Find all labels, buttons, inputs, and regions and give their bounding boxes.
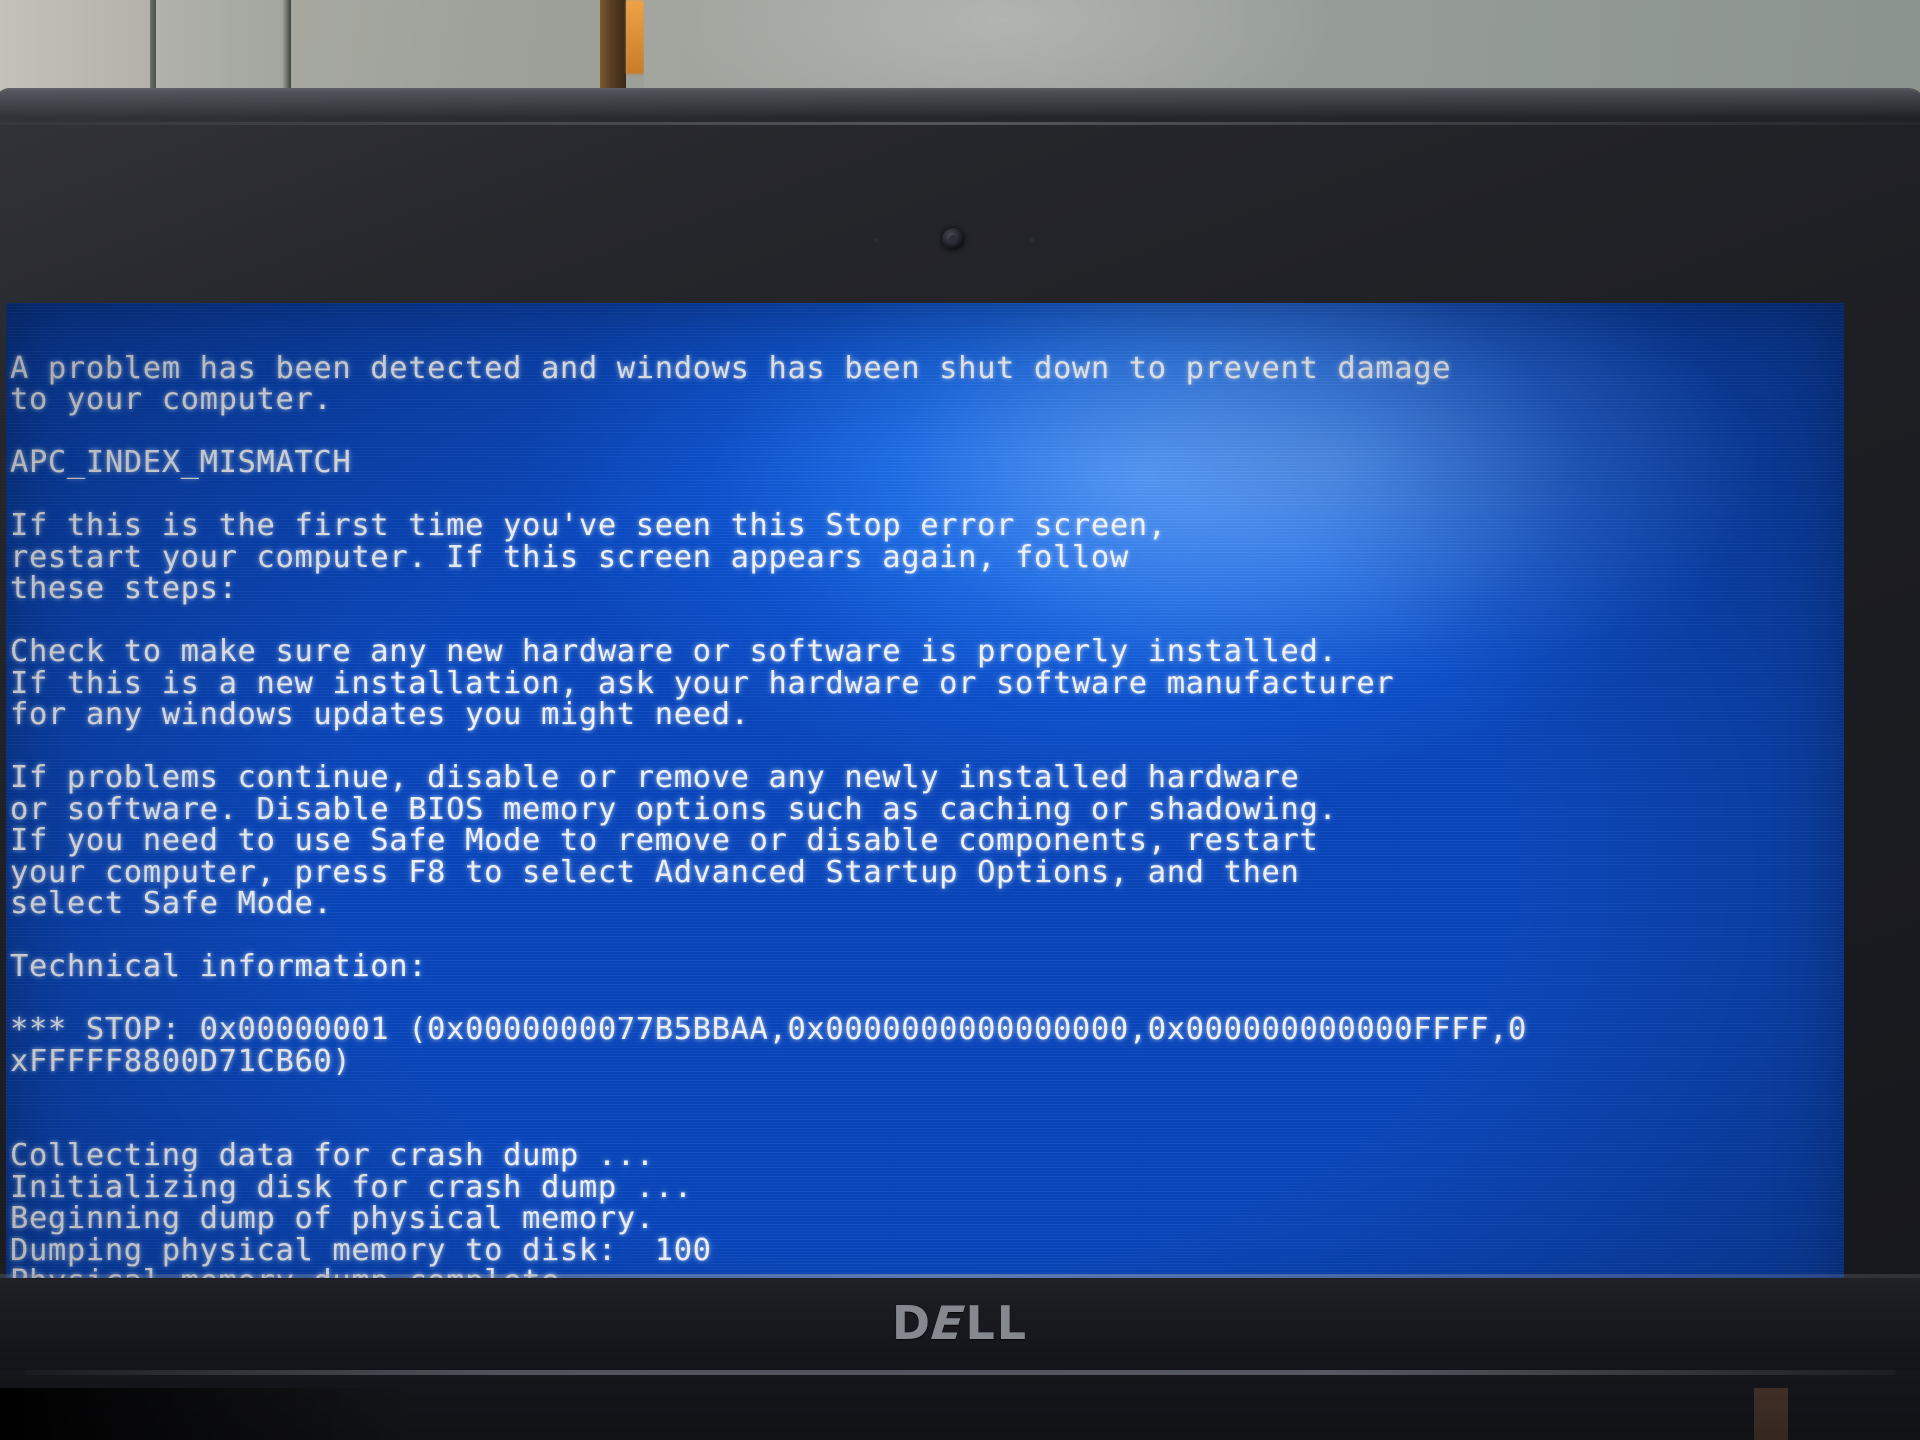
bsod-stop-line: *** STOP: 0x00000001 (0x0000000077B5BBAA…: [10, 1012, 1528, 1047]
bsod-dump-line-2: Initializing disk for crash dump ...: [10, 1169, 693, 1205]
bsod-hardware-line-3: for any windows updates you might need.: [10, 697, 750, 732]
bsod-firsttime-line-2: restart your computer. If this screen ap…: [10, 539, 1129, 575]
bsod-hardware-line-2: If this is a new installation, ask your …: [10, 665, 1395, 701]
bsod-spacer-4: [10, 731, 1844, 763]
base-left-shadow: [0, 1388, 414, 1440]
bsod-spacer-2: [10, 479, 1844, 511]
laptop-base-top-lip: [24, 1370, 1896, 1375]
webcam-lens-dot-icon: [949, 235, 957, 243]
bsod-error-code: APC_INDEX_MISMATCH: [10, 445, 352, 480]
bsod-problems-line-3: If you need to use Safe Mode to remove o…: [10, 823, 1319, 858]
bsod-problems-line-2: or software. Disable BIOS memory options…: [10, 791, 1338, 827]
bezel-top-highlight: [0, 88, 1920, 118]
bsod-problems-line-1: If problems continue, disable or remove …: [10, 760, 1300, 795]
bsod-spacer-5: [10, 920, 1844, 952]
photograph-scene: A problem has been detected and windows …: [0, 0, 1920, 1440]
bsod-firsttime-line-3: these steps:: [10, 571, 238, 606]
warm-light-sliver: [626, 0, 644, 74]
dell-laptop: A problem has been detected and windows …: [0, 88, 1920, 1440]
bsod-hardware-line-1: Check to make sure any new hardware or s…: [10, 634, 1338, 669]
bsod-problems-line-5: select Safe Mode.: [10, 886, 333, 921]
microphone-left-icon: [874, 238, 879, 243]
bsod-intro-line-2: to your computer.: [10, 382, 333, 417]
desk-surface-sliver: [1754, 1388, 1788, 1440]
bezel-inner-edge-line: [0, 122, 1920, 125]
bsod-text-block: A problem has been detected and windows …: [10, 321, 1844, 1323]
bsod-dump-line-4: Dumping physical memory to disk: 100: [10, 1232, 712, 1268]
bsod-spacer-1: [10, 416, 1844, 448]
bsod-dump-line-3: Beginning dump of physical memory.: [10, 1201, 655, 1236]
bsod-spacer-6: [10, 983, 1844, 1015]
dell-brand-logo: D E LL: [0, 1288, 1920, 1358]
dell-logo-letters-ll: LL: [965, 1296, 1029, 1350]
microphone-right-icon: [1029, 238, 1034, 243]
bsod-stop-line-wrap: xFFFFF8800D71CB60): [10, 1043, 352, 1079]
bsod-technical-heading: Technical information:: [10, 949, 428, 984]
bsod-spacer-3: [10, 605, 1844, 637]
bsod-intro-line-1: A problem has been detected and windows …: [10, 350, 1452, 386]
bsod-firsttime-line-1: If this is the first time you've seen th…: [10, 508, 1167, 543]
laptop-screen-bsod: A problem has been detected and windows …: [6, 303, 1844, 1323]
bsod-spacer-7: [10, 1077, 1844, 1140]
bsod-problems-line-4: your computer, press F8 to select Advanc…: [10, 854, 1300, 890]
bsod-dump-line-1: Collecting data for crash dump ...: [10, 1138, 655, 1173]
